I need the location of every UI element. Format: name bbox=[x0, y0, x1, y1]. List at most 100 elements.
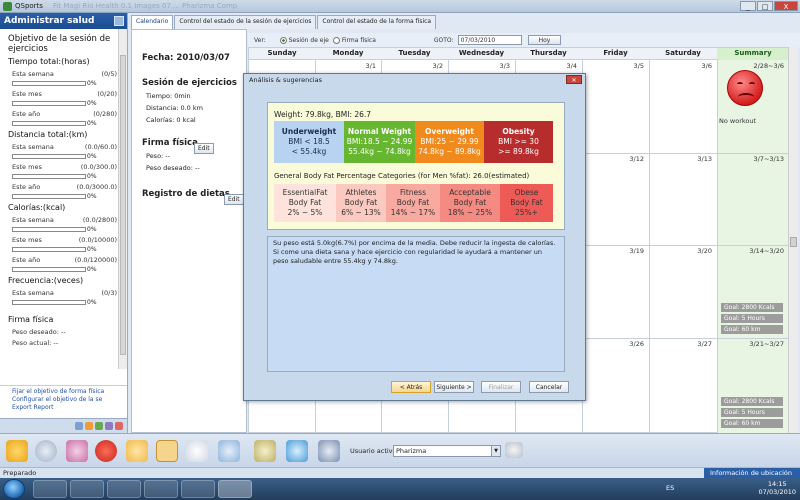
calendar-icon[interactable] bbox=[95, 422, 103, 430]
calendar-scrollbar[interactable] bbox=[788, 47, 798, 433]
calendar-date[interactable]: 3/20 bbox=[697, 247, 712, 255]
radio-session[interactable] bbox=[279, 36, 287, 44]
goal-period-label: Este mes bbox=[12, 236, 42, 244]
calendar-date[interactable]: 3/27 bbox=[697, 340, 712, 348]
today-button[interactable]: Hoy bbox=[527, 35, 562, 45]
body-fat-line: 18% ~ 25% bbox=[447, 208, 493, 217]
refresh-icon[interactable] bbox=[75, 422, 83, 430]
link-set-fitness-goal[interactable]: Fijar el objetivo de forma física bbox=[12, 388, 127, 396]
goal-progress-bar bbox=[12, 174, 86, 179]
cancel-button[interactable]: Cancelar bbox=[529, 381, 569, 393]
user-add-icon[interactable] bbox=[505, 442, 523, 458]
left-scroll-thumb[interactable] bbox=[120, 55, 126, 355]
radio-session-label[interactable]: Sesión de eje bbox=[289, 37, 329, 44]
calendar-date[interactable]: 3/6 bbox=[702, 62, 712, 70]
tab-calendar[interactable]: Calendario bbox=[131, 15, 174, 29]
goal-row: Este año (0.0/120000) bbox=[8, 256, 119, 264]
calendar-date[interactable]: 3/13 bbox=[697, 155, 712, 163]
calendar-scroll-thumb[interactable] bbox=[790, 237, 797, 247]
pin-icon[interactable] bbox=[114, 16, 124, 26]
runner-icon[interactable] bbox=[218, 440, 240, 462]
body-fat-line: Fitness bbox=[400, 188, 426, 197]
clock[interactable]: 14:15 07/03/2010 bbox=[759, 480, 796, 496]
link-export-report[interactable]: Export Report bbox=[12, 404, 127, 412]
radio-fitness-label[interactable]: Firma física bbox=[342, 37, 376, 44]
settings-icon[interactable] bbox=[105, 422, 113, 430]
bottom-toolbar: Usuario activo: Pharizma ▼ bbox=[0, 433, 800, 467]
clock-icon[interactable] bbox=[35, 440, 57, 462]
status-bar: Preparado Información de ubicación bbox=[0, 467, 800, 478]
goal-period-label: Esta semana bbox=[12, 216, 54, 224]
chevron-down-icon[interactable]: ▼ bbox=[491, 446, 500, 456]
weekday-header: Friday bbox=[603, 49, 628, 57]
taskbar-cmd[interactable] bbox=[144, 480, 178, 498]
left-scrollbar[interactable] bbox=[118, 29, 127, 369]
scale-icon[interactable] bbox=[156, 440, 178, 462]
cup-icon[interactable] bbox=[254, 440, 276, 462]
calendar-date[interactable]: 3/3 bbox=[500, 62, 510, 70]
goal-row: Este mes (0.0/300.0) bbox=[8, 163, 119, 171]
calendar-date[interactable]: 3/1 bbox=[366, 62, 376, 70]
goal-period-label: Este año bbox=[12, 256, 41, 264]
users-icon[interactable] bbox=[318, 440, 340, 462]
apple-icon[interactable] bbox=[95, 440, 117, 462]
bmi-category: Obesity BMI >= 30 >= 89.8kg bbox=[484, 121, 553, 163]
calendar-date[interactable]: 3/14~3/20 bbox=[749, 247, 784, 255]
radio-fitness[interactable] bbox=[332, 36, 340, 44]
calendar-date[interactable]: 3/26 bbox=[629, 340, 644, 348]
calendar-date[interactable]: 3/19 bbox=[629, 247, 644, 255]
goal-progress-pct: 0% bbox=[87, 173, 97, 180]
active-user-select[interactable]: Pharizma ▼ bbox=[393, 445, 501, 457]
body-fat-line: Body Fat bbox=[396, 198, 430, 207]
next-button[interactable]: Siguiente > bbox=[434, 381, 474, 393]
edit-diet-button[interactable]: Edit bbox=[224, 194, 244, 205]
selected-date: Fecha: 2010/03/07 bbox=[142, 53, 230, 63]
calendar-date[interactable]: 3/5 bbox=[634, 62, 644, 70]
taskbar-ie[interactable] bbox=[107, 480, 141, 498]
close-button[interactable]: X bbox=[774, 1, 798, 11]
language-indicator[interactable]: ES bbox=[666, 484, 674, 492]
active-user-value: Pharizma bbox=[396, 447, 427, 455]
start-button[interactable] bbox=[3, 479, 25, 499]
tab-fitness-status[interactable]: Control del estado de la forma física bbox=[317, 15, 437, 29]
clock-time: 14:15 bbox=[767, 480, 787, 488]
taskbar-word[interactable] bbox=[70, 480, 104, 498]
goal-progress: 0% bbox=[8, 153, 119, 160]
edit-fitness-button[interactable]: Edit bbox=[194, 143, 214, 154]
taskbar-qsports[interactable] bbox=[218, 480, 252, 498]
minimize-button[interactable]: _ bbox=[740, 1, 756, 11]
calendar-date[interactable]: 3/7~3/13 bbox=[753, 155, 784, 163]
calendar-date[interactable]: 2/28~3/6 bbox=[753, 62, 784, 70]
sun-icon[interactable] bbox=[6, 440, 28, 462]
goal-progress-bar bbox=[12, 300, 86, 305]
link-configure-session-goal[interactable]: Configurar el objetivo de la se bbox=[12, 396, 127, 404]
calendar-date[interactable]: 3/2 bbox=[433, 62, 443, 70]
dialog-close-button[interactable]: ✕ bbox=[566, 75, 582, 84]
goto-date-input[interactable]: 07/03/2010 bbox=[457, 35, 522, 45]
bmi-category: Normal Weight BMI:18.5 ~ 24.99 55.4kg ~ 74… bbox=[344, 121, 415, 163]
maximize-button[interactable]: □ bbox=[757, 1, 773, 11]
chart-icon[interactable] bbox=[85, 422, 93, 430]
bowl-icon[interactable] bbox=[66, 440, 88, 462]
goal-group-title: Distancia total:(km) bbox=[8, 130, 88, 139]
taskbar-explorer[interactable] bbox=[33, 480, 67, 498]
taskbar-tool[interactable] bbox=[181, 480, 215, 498]
notes-icon[interactable] bbox=[186, 440, 208, 462]
meal-icon[interactable] bbox=[126, 440, 148, 462]
calendar-date[interactable]: 3/21~3/27 bbox=[749, 340, 784, 348]
calendar-date[interactable]: 3/12 bbox=[629, 155, 644, 163]
goal-progress-pct: 0% bbox=[87, 153, 97, 160]
calendar-date[interactable]: 3/4 bbox=[567, 62, 577, 70]
export-icon[interactable] bbox=[115, 422, 123, 430]
chart-graph-icon[interactable] bbox=[286, 440, 308, 462]
tab-session-status[interactable]: Control del estado de la sesión de ejerc… bbox=[174, 15, 317, 29]
goal-progress-bar bbox=[12, 227, 86, 232]
goal-period-label: Este año bbox=[12, 110, 41, 118]
weekly-goal: Goal: 2800 Kcals bbox=[721, 303, 783, 312]
location-info: Información de ubicación bbox=[704, 468, 800, 478]
back-button[interactable]: < Atrás bbox=[391, 381, 431, 393]
session-distance: Distancia: 0.0 km bbox=[146, 104, 203, 112]
weekly-goal: Goal: 60 km bbox=[721, 419, 783, 428]
bmi-category-line: >= 89.8kg bbox=[498, 147, 539, 156]
bmi-category-line: 55.4kg ~ 74.8kg bbox=[348, 147, 411, 156]
